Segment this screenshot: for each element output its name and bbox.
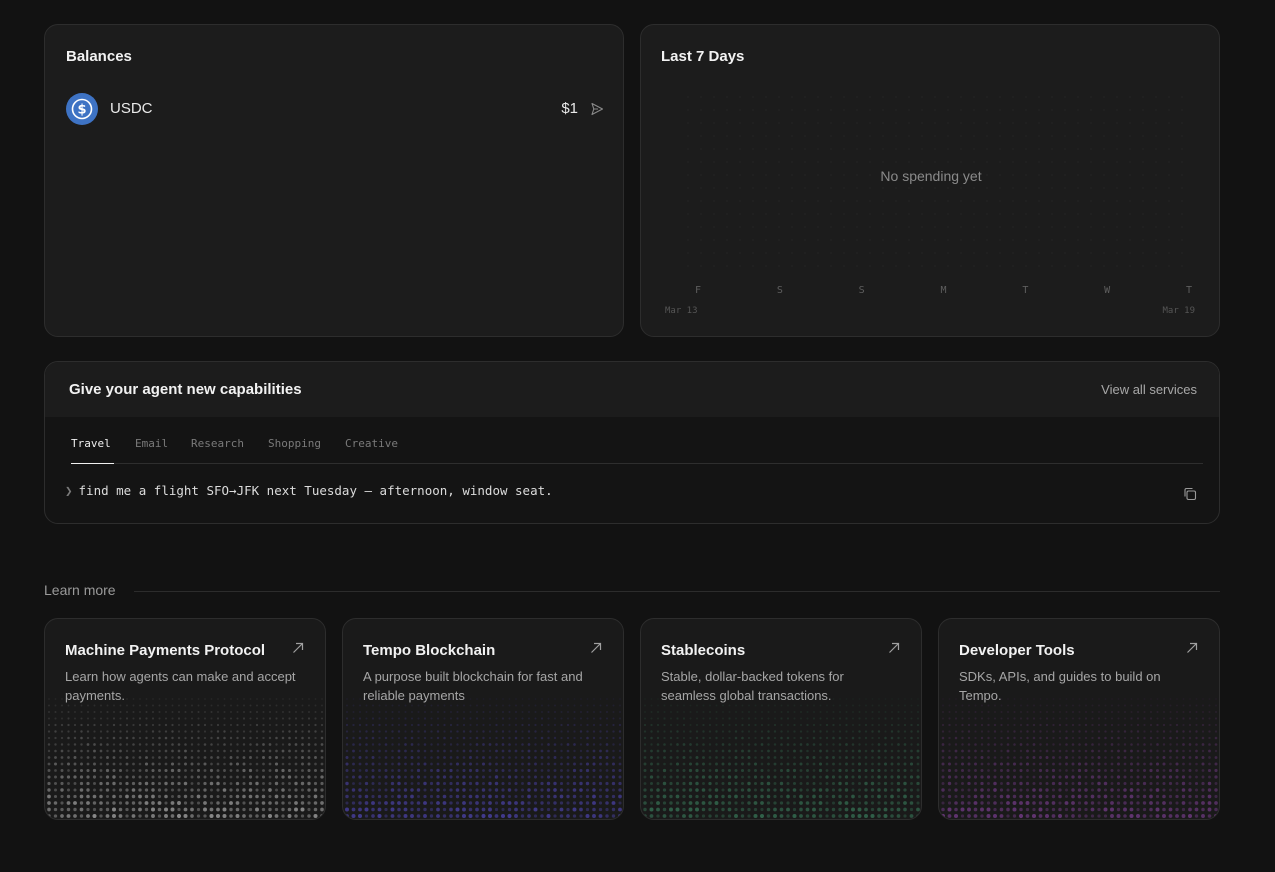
last-7-days-card: F S S M T W T Mar 13 Mar 19 Last 7 Days No spend… [640,24,1220,337]
external-arrow-icon [589,641,603,655]
learn-card-title: Developer Tools [959,642,1075,659]
learn-card-stablecoins[interactable]: Stablecoins Stable, dollar-backed tokens… [640,618,922,820]
balances-title: Balances [66,48,132,65]
learn-card-description: A purpose built blockchain for fast and … [363,669,583,703]
asset-name: USDC [110,100,153,117]
usdc-coin-icon: $ [66,93,98,125]
example-prompt-text: find me a flight SFO→JFK next Tuesday — … [78,483,553,498]
external-arrow-icon [1185,641,1199,655]
asset-row-usdc[interactable]: $ USDC $1 [66,93,604,125]
balances-card: Balances $ USDC $1 [44,24,624,337]
day-label: S [777,285,783,296]
start-date-label: Mar 13 [665,306,698,316]
prompt-chevron-icon: ❯ [65,483,73,498]
tab-email[interactable]: Email [135,437,168,464]
capabilities-header: Give your agent new capabilities View al… [45,362,1219,417]
svg-text:$: $ [77,103,86,118]
learn-card-title: Tempo Blockchain [363,642,496,659]
learn-card-tempo-blockchain[interactable]: Tempo Blockchain A purpose built blockch… [342,618,624,820]
view-all-services-link[interactable]: View all services [1101,382,1197,397]
learn-more-divider [134,591,1220,592]
last-7-days-title: Last 7 Days [661,48,745,65]
empty-spending-message: No spending yet [880,168,982,184]
tab-travel[interactable]: Travel [71,437,114,464]
end-date-label: Mar 19 [1162,306,1195,316]
tab-creative[interactable]: Creative [345,437,398,464]
copy-icon[interactable] [1183,487,1197,501]
day-label: S [859,285,865,296]
capabilities-card: Give your agent new capabilities View al… [44,361,1220,524]
tab-shopping[interactable]: Shopping [268,437,321,464]
learn-card-description: Learn how agents can make and accept pay… [65,669,296,703]
learn-card-developer-tools[interactable]: Developer Tools SDKs, APIs, and guides t… [938,618,1220,820]
learn-card-machine-payments[interactable]: Machine Payments Protocol Learn how agen… [44,618,326,820]
learn-card-title: Stablecoins [661,642,746,659]
learn-card-description: SDKs, APIs, and guides to build on Tempo… [959,669,1161,703]
tab-research[interactable]: Research [191,437,244,464]
capability-tabs: Travel Email Research Shopping Creative [71,437,1203,464]
learn-card-description: Stable, dollar-backed tokens for seamles… [661,669,844,703]
day-label: M [940,285,946,296]
asset-balance: $1 [561,100,578,117]
day-label: T [1186,285,1192,296]
capabilities-title: Give your agent new capabilities [69,381,302,398]
learn-card-title: Machine Payments Protocol [65,642,266,659]
day-label: W [1104,285,1111,296]
external-arrow-icon [887,641,901,655]
learn-more-label: Learn more [44,582,116,598]
day-label: F [695,285,701,296]
send-icon[interactable] [590,102,604,116]
example-prompt: ❯ find me a flight SFO→JFK next Tuesday —… [65,483,553,498]
external-arrow-icon [291,641,305,655]
day-label: T [1022,285,1028,296]
